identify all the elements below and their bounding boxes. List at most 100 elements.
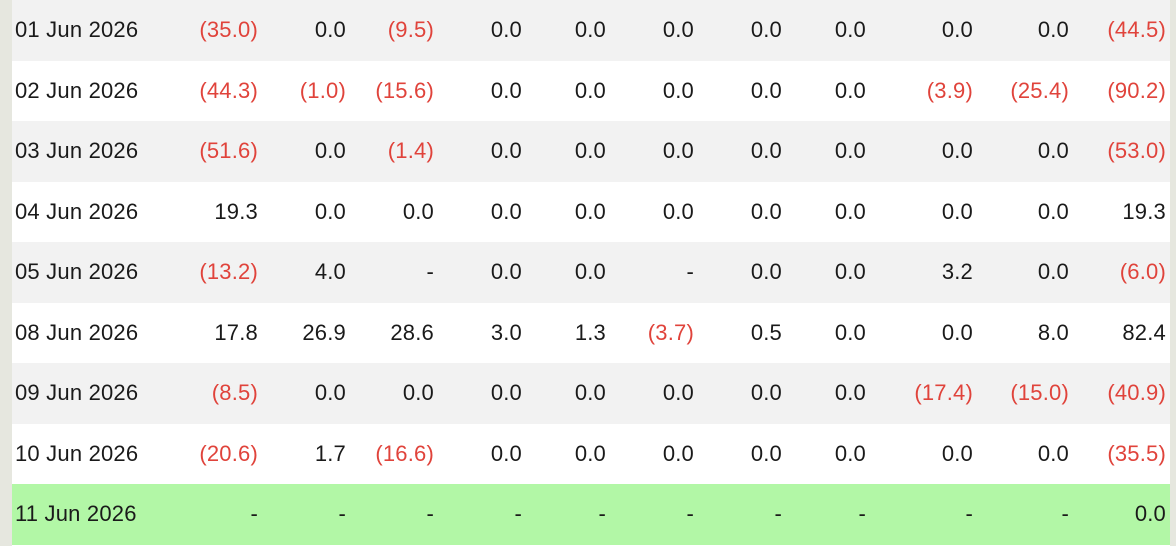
row-total-cell: (40.9) xyxy=(1107,380,1166,406)
value-cell: 0.0 xyxy=(941,198,973,224)
value-cell: (3.7) xyxy=(647,319,694,345)
value-cell: 0.0 xyxy=(490,380,522,406)
value-cell: 4.0 xyxy=(314,259,346,285)
value-cell: - xyxy=(686,259,694,285)
row-date: 02 Jun 2026 xyxy=(15,77,139,103)
value-cell: 3.0 xyxy=(490,319,522,345)
value-cell: - xyxy=(858,501,866,527)
value-cell: 0.0 xyxy=(402,380,434,406)
value-cell: 0.0 xyxy=(750,380,782,406)
value-cell: 0.0 xyxy=(402,198,434,224)
value-cell: 0.5 xyxy=(750,319,782,345)
table-row[interactable]: 09 Jun 2026 (8.5) 0.0 0.0 0.0 0.0 0.0 0.0 0.0 (17… xyxy=(12,363,1170,424)
row-total-cell: 19.3 xyxy=(1122,198,1166,224)
value-cell: 0.0 xyxy=(1037,198,1069,224)
value-cell: 0.0 xyxy=(314,380,346,406)
value-cell: 0.0 xyxy=(834,77,866,103)
value-cell: 3.2 xyxy=(941,259,973,285)
value-cell: 0.0 xyxy=(490,440,522,466)
value-cell: 0.0 xyxy=(1037,17,1069,43)
table-left-border xyxy=(0,0,12,546)
value-cell: 0.0 xyxy=(490,198,522,224)
value-cell: 0.0 xyxy=(574,440,606,466)
value-cell: 0.0 xyxy=(750,17,782,43)
row-date: 09 Jun 2026 xyxy=(15,380,139,406)
value-cell: - xyxy=(774,501,782,527)
value-cell: 0.0 xyxy=(941,138,973,164)
value-cell: (3.9) xyxy=(926,77,973,103)
table-row[interactable]: 01 Jun 2026 (35.0) 0.0 (9.5) 0.0 0.0 0.0 0.0 0.0… xyxy=(12,0,1170,61)
row-total-cell: (44.5) xyxy=(1107,17,1166,43)
value-cell: - xyxy=(426,501,434,527)
table-row[interactable]: 02 Jun 2026 (44.3) (1.0) (15.6) 0.0 0.0 0.0 0.0… xyxy=(12,60,1170,121)
value-cell: 0.0 xyxy=(574,380,606,406)
value-cell: 0.0 xyxy=(750,440,782,466)
value-cell: (35.0) xyxy=(199,17,258,43)
value-cell: 0.0 xyxy=(662,440,694,466)
value-cell: 0.0 xyxy=(834,138,866,164)
table-row[interactable]: 04 Jun 2026 19.3 0.0 0.0 0.0 0.0 0.0 0.0 0.0 0.0 0… xyxy=(12,181,1170,242)
value-cell: - xyxy=(965,501,973,527)
value-cell: 0.0 xyxy=(662,77,694,103)
value-cell: 0.0 xyxy=(750,77,782,103)
value-cell: - xyxy=(514,501,522,527)
value-cell: - xyxy=(686,501,694,527)
value-cell: 0.0 xyxy=(1037,138,1069,164)
value-cell: (15.0) xyxy=(1010,380,1069,406)
row-date: 03 Jun 2026 xyxy=(15,138,139,164)
table-right-border xyxy=(1170,0,1176,546)
value-cell: 0.0 xyxy=(574,77,606,103)
row-total-cell: (35.5) xyxy=(1107,440,1166,466)
row-date: 11 Jun 2026 xyxy=(15,501,137,527)
table-row[interactable]: 10 Jun 2026 (20.6) 1.7 (16.6) 0.0 0.0 0.0 0.0 0.… xyxy=(12,423,1170,484)
value-cell: 0.0 xyxy=(1037,259,1069,285)
value-cell: 26.9 xyxy=(302,319,346,345)
value-cell: 0.0 xyxy=(662,198,694,224)
value-cell: 0.0 xyxy=(490,17,522,43)
value-cell: - xyxy=(598,501,606,527)
value-cell: (8.5) xyxy=(211,380,258,406)
value-cell: 0.0 xyxy=(941,440,973,466)
value-cell: 0.0 xyxy=(941,17,973,43)
table-row[interactable]: 08 Jun 2026 17.8 26.9 28.6 3.0 1.3 (3.7) 0.5 0.0… xyxy=(12,302,1170,363)
value-cell: (1.4) xyxy=(387,138,434,164)
value-cell: 0.0 xyxy=(574,198,606,224)
value-cell: 0.0 xyxy=(490,259,522,285)
value-cell: (9.5) xyxy=(387,17,434,43)
value-cell: (16.6) xyxy=(375,440,434,466)
value-cell: 8.0 xyxy=(1037,319,1069,345)
row-date: 10 Jun 2026 xyxy=(15,440,139,466)
row-total-cell: (90.2) xyxy=(1107,77,1166,103)
value-cell: 0.0 xyxy=(490,77,522,103)
value-cell: 0.0 xyxy=(662,138,694,164)
row-total-cell: (6.0) xyxy=(1119,259,1166,285)
row-total-cell: 0.0 xyxy=(1134,501,1166,527)
value-cell: 0.0 xyxy=(490,138,522,164)
value-cell: 0.0 xyxy=(662,380,694,406)
value-cell: - xyxy=(250,501,258,527)
row-date: 05 Jun 2026 xyxy=(15,259,139,285)
table-row[interactable]: 05 Jun 2026 (13.2) 4.0 - 0.0 0.0 - 0.0 0.0 3.2 0.0… xyxy=(12,242,1170,303)
value-cell: 0.0 xyxy=(314,138,346,164)
value-cell: - xyxy=(1061,501,1069,527)
value-cell: (1.0) xyxy=(299,77,346,103)
value-cell: (17.4) xyxy=(914,380,973,406)
table-row[interactable]: 03 Jun 2026 (51.6) 0.0 (1.4) 0.0 0.0 0.0 0.0 0.0… xyxy=(12,121,1170,182)
value-cell: (15.6) xyxy=(375,77,434,103)
value-cell: 0.0 xyxy=(834,259,866,285)
value-cell: 0.0 xyxy=(1037,440,1069,466)
row-total-cell: (53.0) xyxy=(1107,138,1166,164)
table-row[interactable]: 11 Jun 2026 - - - - - - - - - - 0.0 xyxy=(12,484,1170,545)
value-cell: 0.0 xyxy=(834,198,866,224)
value-cell: (51.6) xyxy=(199,138,258,164)
value-cell: (25.4) xyxy=(1010,77,1069,103)
value-cell: 19.3 xyxy=(214,198,258,224)
value-cell: 0.0 xyxy=(941,319,973,345)
value-cell: - xyxy=(426,259,434,285)
row-date: 04 Jun 2026 xyxy=(15,198,139,224)
value-cell: 1.3 xyxy=(574,319,606,345)
flows-table: 01 Jun 2026 (35.0) 0.0 (9.5) 0.0 0.0 0.0 0.0 0.0… xyxy=(12,0,1170,545)
value-cell: (20.6) xyxy=(199,440,258,466)
value-cell: 0.0 xyxy=(834,440,866,466)
value-cell: 0.0 xyxy=(834,380,866,406)
